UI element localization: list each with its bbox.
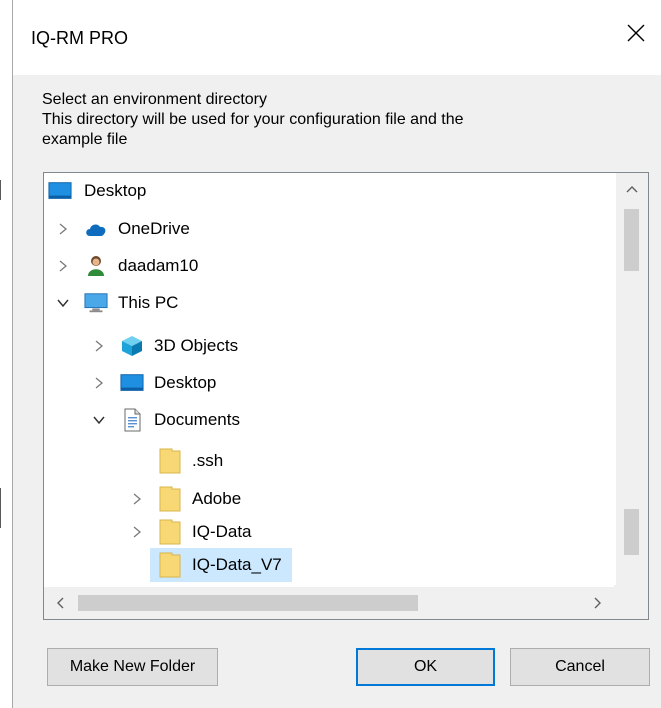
folder-icon: [158, 519, 182, 545]
tree-item-label: .ssh: [192, 451, 224, 470]
window-title: IQ-RM PRO: [31, 28, 128, 48]
tree-item-onedrive[interactable]: OneDrive: [54, 212, 192, 246]
tree-item-label: daadam10: [118, 256, 199, 275]
tree-item-this-pc[interactable]: This PC: [54, 286, 180, 320]
chevron-right-icon[interactable]: [54, 257, 72, 275]
scrollbar-thumb[interactable]: [624, 209, 639, 271]
tree-item-label: OneDrive: [118, 219, 190, 238]
scroll-right-button[interactable]: [584, 587, 612, 619]
tree-item-3d-objects[interactable]: 3D Objects: [90, 329, 240, 363]
tree-item-label: 3D Objects: [154, 336, 239, 355]
documents-icon: [120, 408, 144, 432]
make-new-folder-button[interactable]: Make New Folder: [47, 648, 218, 686]
description-line: example file: [42, 131, 128, 148]
tree-item-label: This PC: [118, 293, 179, 312]
tree-item-label: IQ-Data: [192, 522, 252, 541]
desktop-icon: [120, 372, 144, 394]
chevron-right-icon[interactable]: [54, 220, 72, 238]
computer-icon: [84, 292, 108, 314]
tree-item-ssh[interactable]: .ssh: [158, 444, 225, 478]
tree-item-label: Desktop: [154, 373, 217, 392]
chevron-right-icon[interactable]: [90, 374, 108, 392]
tree-item-label: IQ-Data_V7: [192, 555, 282, 574]
horizontal-scrollbar[interactable]: [44, 587, 616, 619]
folder-tree[interactable]: Desktop OneDrive daadam10 This PC 3D Obj…: [43, 172, 649, 620]
selection-highlight: IQ-Data_V7: [150, 548, 292, 582]
tree-item-label: Documents: [154, 410, 240, 429]
3d-objects-icon: [120, 335, 144, 357]
folder-browser-dialog: IQ-RM PRO Select an environment director…: [12, 0, 661, 708]
dialog-description: Select an environment directory This dir…: [42, 90, 622, 150]
chevron-down-icon[interactable]: [90, 411, 108, 429]
scroll-left-button[interactable]: [46, 587, 74, 619]
description-line: This directory will be used for your con…: [42, 111, 464, 128]
tree-item-user[interactable]: daadam10: [54, 249, 200, 283]
ok-button[interactable]: OK: [356, 648, 495, 686]
chevron-right-icon[interactable]: [128, 523, 146, 541]
tree-item-label: Desktop: [84, 181, 147, 200]
description-line: Select an environment directory: [42, 91, 267, 108]
scrollbar-corner: [614, 585, 648, 619]
tree-item-iq-data-v7[interactable]: IQ-Data_V7: [150, 548, 292, 582]
scrollbar-thumb[interactable]: [624, 509, 639, 555]
folder-icon: [158, 448, 182, 474]
close-icon: [627, 24, 645, 42]
cancel-button[interactable]: Cancel: [510, 648, 650, 686]
scroll-up-button[interactable]: [616, 175, 648, 203]
tree-item-adobe[interactable]: Adobe: [128, 482, 243, 516]
vertical-scrollbar[interactable]: [616, 173, 648, 587]
tree-item-desktop-root[interactable]: Desktop: [48, 174, 148, 208]
chevron-down-icon[interactable]: [54, 294, 72, 312]
chevron-up-icon: [626, 186, 638, 193]
title-bar: IQ-RM PRO: [13, 0, 661, 75]
user-icon: [84, 255, 108, 277]
desktop-icon: [48, 180, 72, 202]
chevron-right-icon: [594, 597, 601, 609]
tree-item-desktop[interactable]: Desktop: [90, 366, 218, 400]
tree-item-documents[interactable]: Documents: [90, 403, 242, 437]
close-button[interactable]: [613, 10, 659, 56]
background-window-edge: [0, 180, 1, 200]
onedrive-icon: [84, 218, 108, 240]
background-window-edge: [0, 488, 1, 528]
scrollbar-thumb[interactable]: [78, 595, 418, 611]
folder-icon: [158, 486, 182, 512]
folder-icon: [158, 552, 182, 578]
chevron-right-icon[interactable]: [90, 337, 108, 355]
tree-item-label: Adobe: [192, 489, 242, 508]
tree-item-iq-data[interactable]: IQ-Data: [128, 515, 254, 549]
chevron-left-icon: [57, 597, 64, 609]
chevron-right-icon[interactable]: [128, 490, 146, 508]
